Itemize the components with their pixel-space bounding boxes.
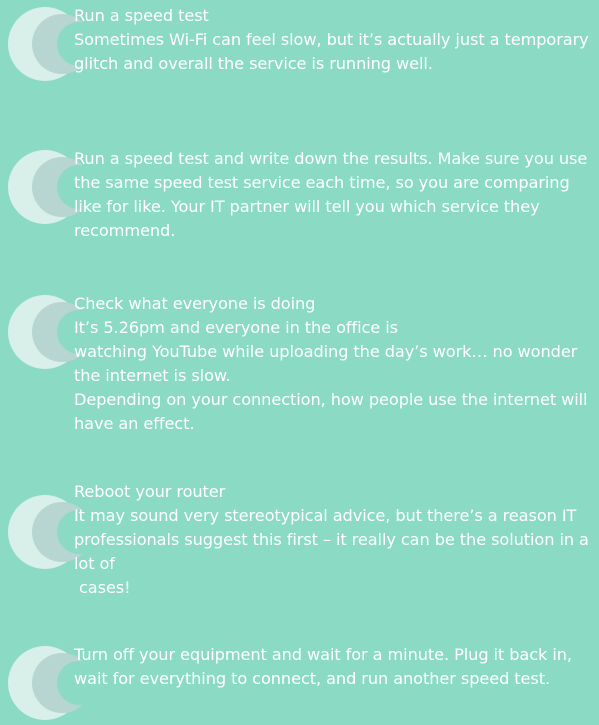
circle-bubble-icon: [8, 150, 83, 224]
tip-text: Check what everyone is doing It’s 5.26pm…: [74, 292, 593, 436]
tip-text: Turn off your equipment and wait for a m…: [74, 643, 593, 691]
tip-body: Sometimes Wi-Fi can feel slow, but it’s …: [74, 30, 589, 73]
tip-body: cases!: [79, 578, 131, 597]
circle-bubble-icon: [8, 7, 83, 81]
tip-heading: Reboot your router: [74, 482, 226, 501]
page: { "tips": [ { "lines": [ "Run a speed te…: [0, 0, 599, 725]
circle-bubble-icon: [8, 295, 83, 369]
tip-body: watching YouTube while uploading the day…: [74, 342, 578, 385]
circle-bubble-icon: [8, 495, 83, 569]
tip-heading: Check what everyone is doing: [74, 294, 316, 313]
tip-body: Run a speed test and write down the resu…: [74, 149, 588, 240]
tip-body: It may sound very stereotypical advice, …: [74, 506, 589, 573]
tip-text: Reboot your router It may sound very ste…: [74, 480, 593, 600]
tip-body: It’s 5.26pm and everyone in the office i…: [74, 318, 398, 337]
tip-body: Depending on your connection, how people…: [74, 390, 588, 433]
tip-heading: Run a speed test: [74, 6, 209, 25]
tip-body: Turn off your equipment and wait for a m…: [74, 645, 572, 688]
tip-text: Run a speed test and write down the resu…: [74, 147, 593, 243]
tip-text: Run a speed test Sometimes Wi-Fi can fee…: [74, 4, 593, 76]
circle-bubble-icon: [8, 646, 83, 720]
